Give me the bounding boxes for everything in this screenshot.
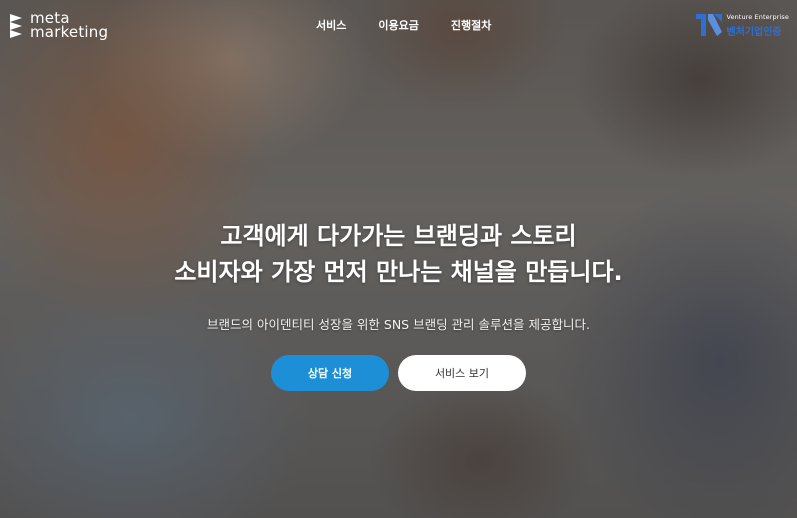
consultation-request-button[interactable]: 상담 신청 [271,355,389,391]
hero-subtext: 브랜드의 아이덴티티 성장을 위한 SNS 브랜딩 관리 솔루션을 제공합니다. [207,317,590,332]
view-services-button[interactable]: 서비스 보기 [398,355,526,391]
hero-headline: 고객에게 다가가는 브랜딩과 스토리 소비자와 가장 먼저 만나는 채널을 만듭… [0,218,797,290]
main-nav: 서비스 이용요금 진행절차 [316,17,523,33]
logo-wordmark: meta marketing [30,11,109,41]
cta-buttons: 상담 신청 서비스 보기 [0,355,797,391]
hero-section: 고객에게 다가가는 브랜딩과 스토리 소비자와 가장 먼저 만나는 채널을 만듭… [0,218,797,333]
venture-badge-icon [696,14,723,36]
logo-text-line2: marketing [30,23,109,41]
badge-korean-text: 벤처기업인증 [726,26,782,38]
nav-item-service[interactable]: 서비스 [316,17,346,33]
logo-icon [10,14,22,38]
hero-headline-line1: 고객에게 다가가는 브랜딩과 스토리 [220,222,577,250]
brand-logo[interactable]: meta marketing [8,11,109,41]
site-header: meta marketing 서비스 이용요금 진행절차 Venture Ent… [0,0,797,52]
nav-item-process[interactable]: 진행절차 [451,17,491,33]
badge-english-text: Venture Enterprise [726,12,789,21]
hero-headline-line2: 소비자와 가장 먼저 만나는 채널을 만듭니다. [174,258,623,286]
nav-item-pricing[interactable]: 이용요금 [378,17,418,33]
venture-certification-badge: Venture Enterprise 벤처기업인증 [694,10,789,40]
